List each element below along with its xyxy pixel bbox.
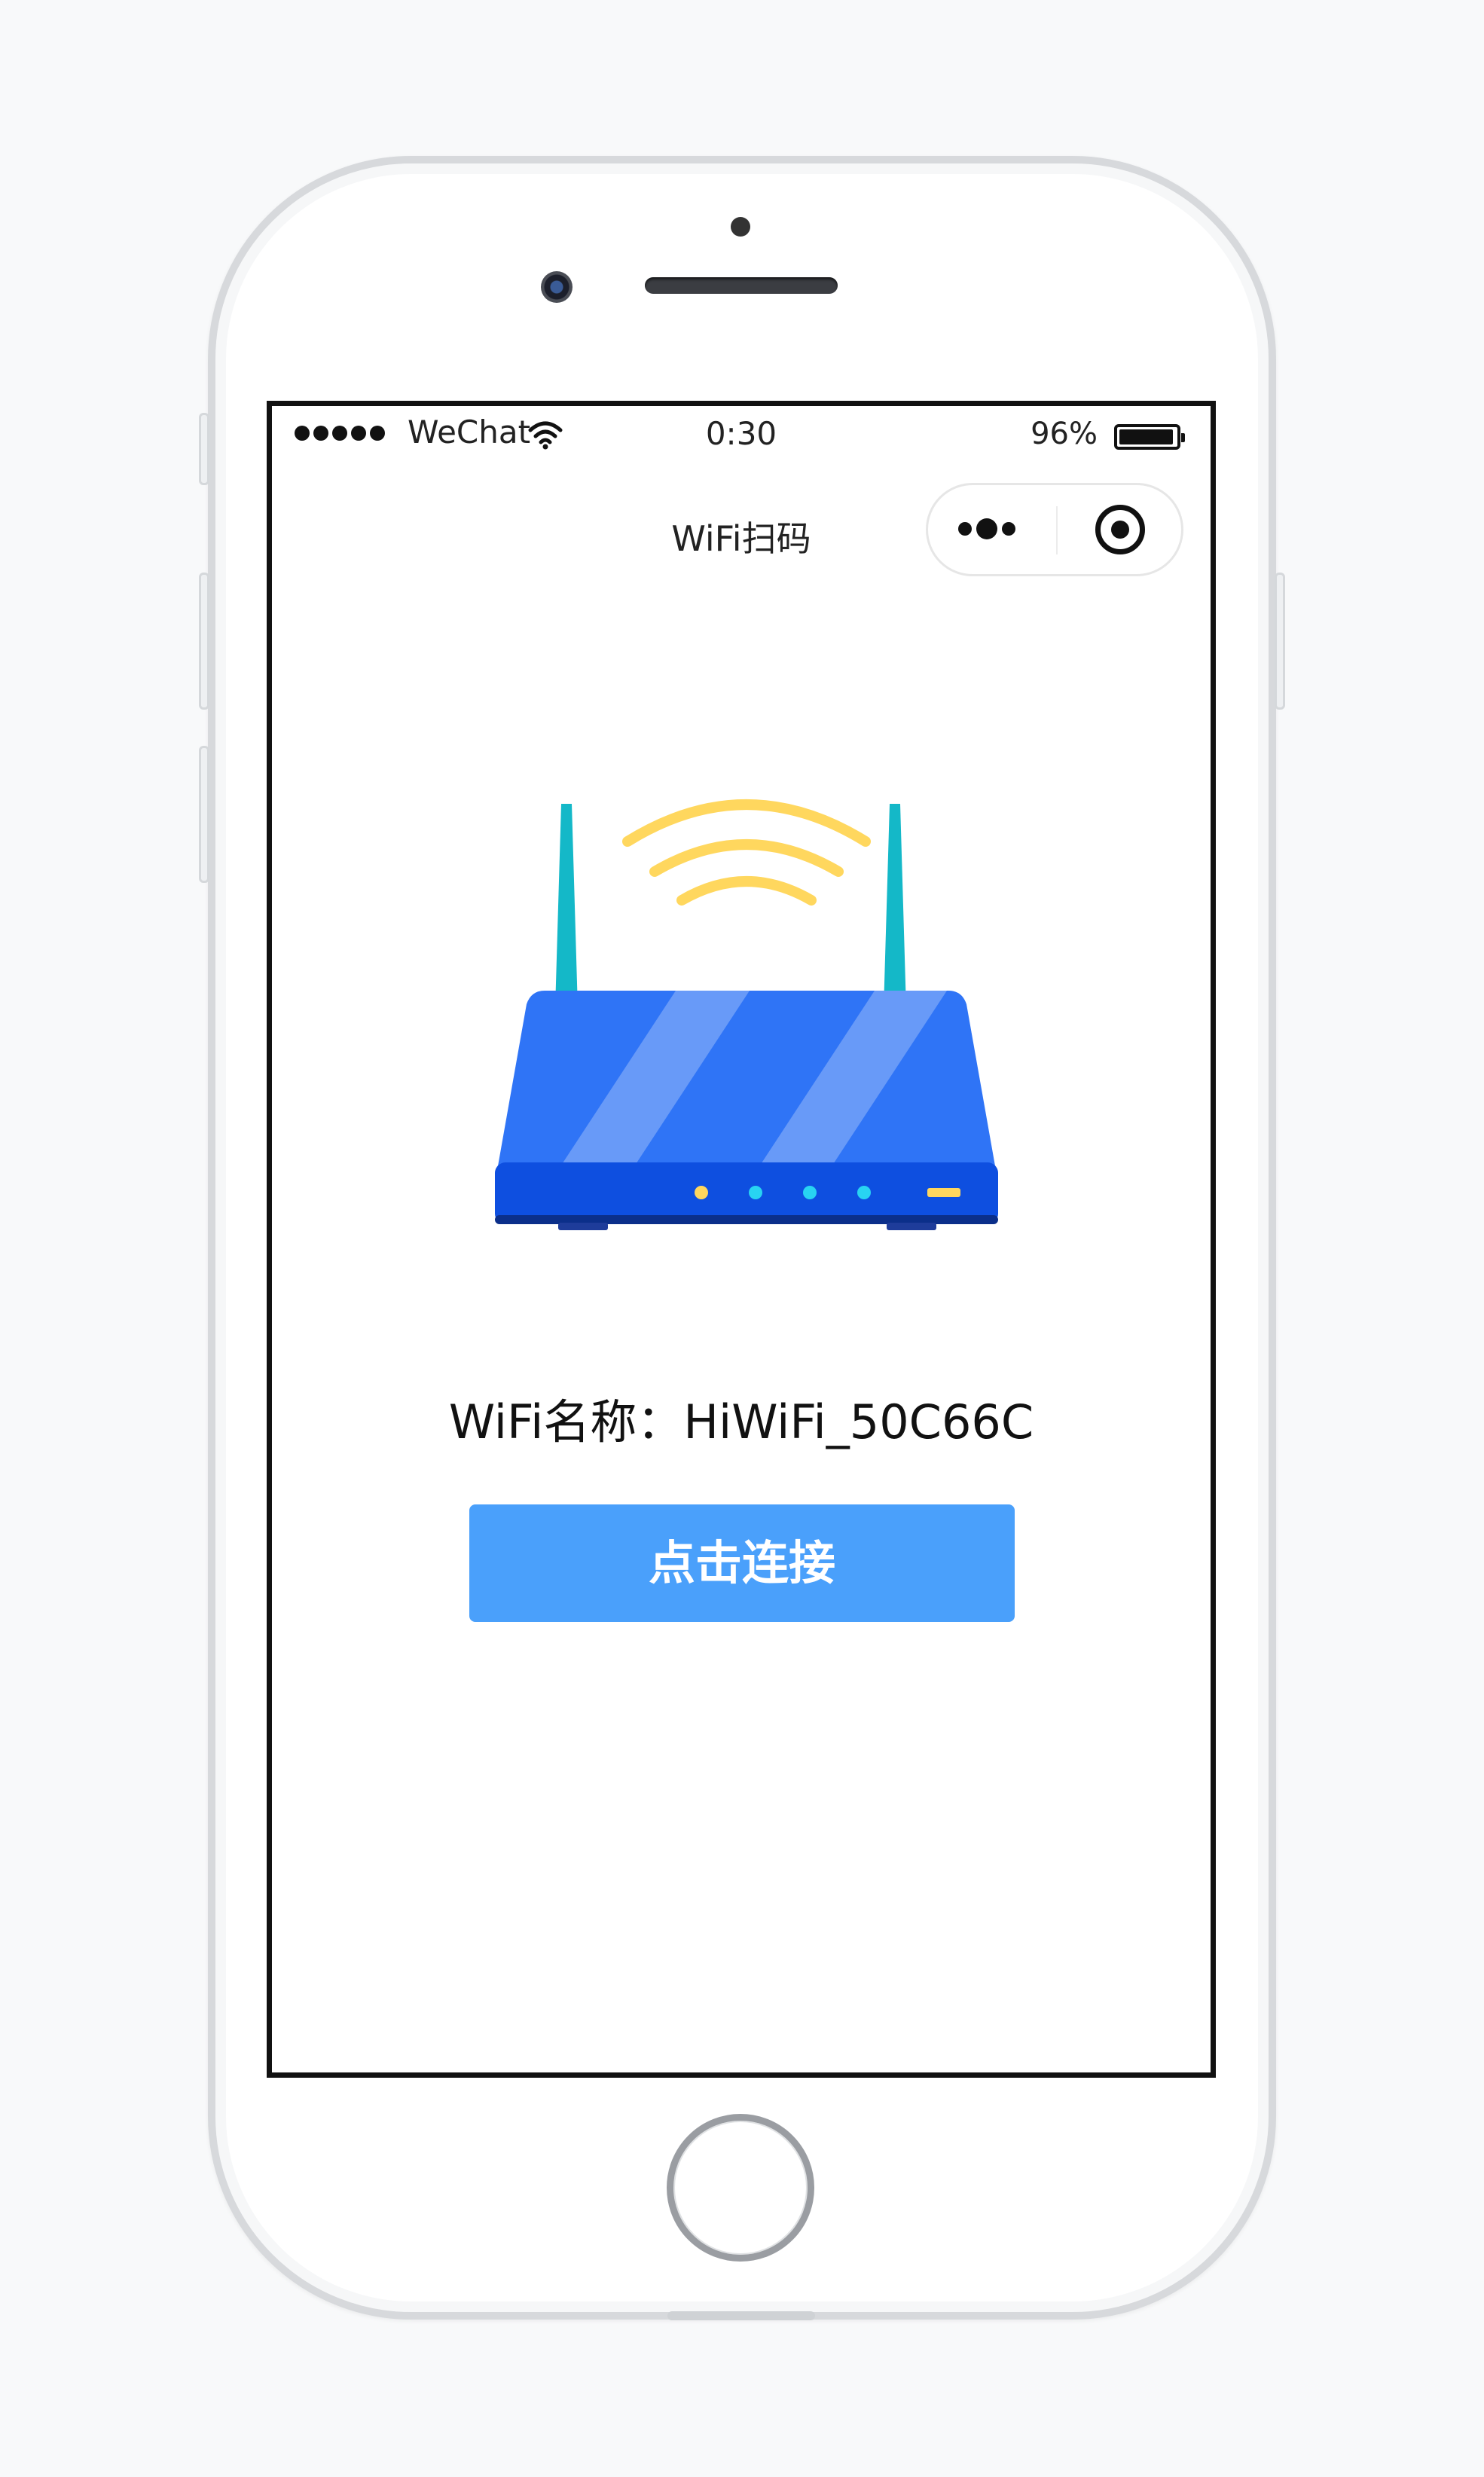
led [749,1186,762,1199]
close-icon[interactable] [1095,505,1145,554]
app-screen: WeChat 0:30 96% WiFi扫码 WiFi名称：HiWiFi_50C… [267,401,1216,2078]
router-illustration [495,799,998,1230]
port [927,1188,960,1197]
status-bar: WeChat 0:30 96% [272,406,1211,469]
home-button[interactable] [667,2114,814,2262]
led [857,1186,871,1199]
canvas: WeChat 0:30 96% WiFi扫码 WiFi名称：HiWiFi_50C… [0,0,1484,2477]
antenna-right [884,804,906,1009]
bottom-edge [667,2311,815,2320]
router-base [495,1162,998,1224]
battery-icon [1114,424,1185,450]
capsule-divider [1056,506,1058,554]
connect-button[interactable]: 点击连接 [469,1504,1015,1622]
wifi-name-label: WiFi名称：HiWiFi_50C66C [448,1394,1034,1449]
more-icon[interactable] [958,518,1015,539]
led-power [695,1186,708,1199]
front-camera [541,271,573,303]
earpiece-speaker [645,277,838,294]
wifi-waves [622,799,871,906]
mini-program-capsule [926,483,1183,576]
mute-switch [199,413,209,485]
power-button [1275,573,1285,710]
battery-fill [1119,429,1174,444]
led [803,1186,817,1199]
volume-up-button [199,573,209,710]
proximity-sensor [731,217,750,237]
battery-percent: 96% [1031,417,1098,451]
antenna-left [555,804,578,1009]
volume-down-button [199,746,209,883]
